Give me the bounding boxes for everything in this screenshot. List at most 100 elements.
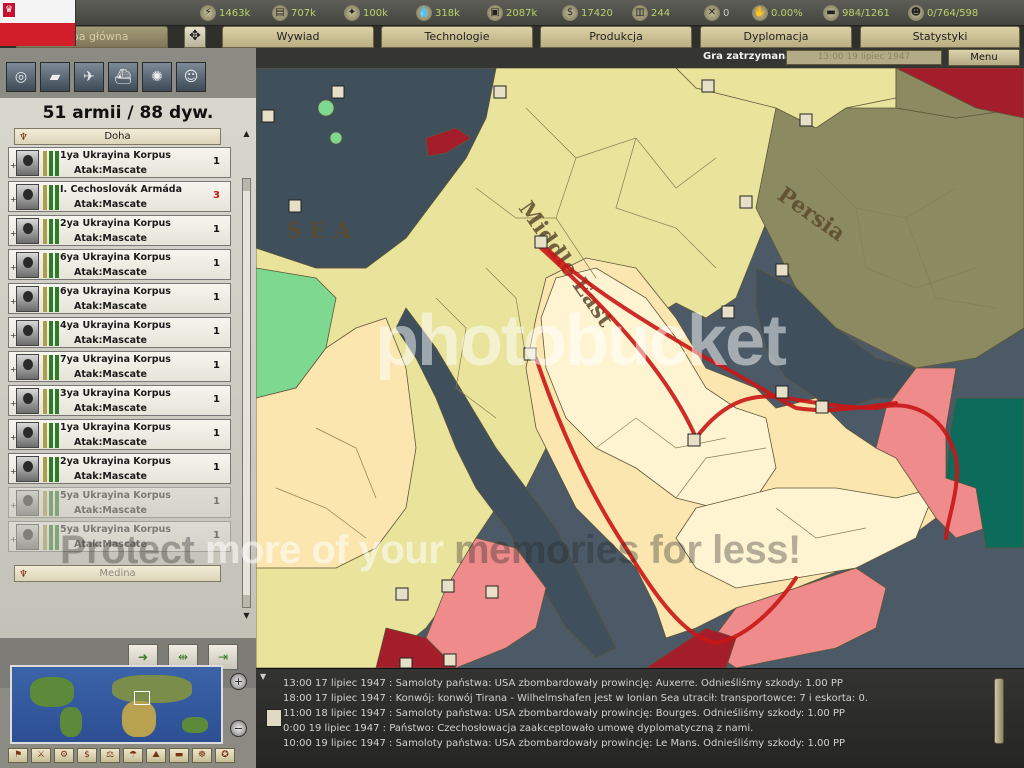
resource-manpower[interactable]: ☻ 0/764/598 xyxy=(908,4,978,22)
unit-row[interactable]: +6ya Ukrayina Korpus Atak:Mascate 1 xyxy=(8,249,231,280)
supply-filter-icon[interactable]: ⚙ xyxy=(54,748,74,763)
log-collapse-icon[interactable]: ▼ xyxy=(260,672,266,681)
units-filter-icon[interactable]: ⚔ xyxy=(31,748,51,763)
unit-row[interactable]: +2ya Ukrayina Korpus Atak:Mascate 1 xyxy=(8,453,231,484)
nation-flag[interactable]: ♛ xyxy=(0,0,76,46)
trade-filter-icon[interactable]: ⚖ xyxy=(100,748,120,763)
air-units-icon[interactable]: ✈ xyxy=(74,62,104,92)
strength-bar xyxy=(43,253,47,278)
resource-energy[interactable]: ⚡ 1463k xyxy=(200,4,250,22)
division-marker[interactable] xyxy=(815,400,829,414)
leaders-icon[interactable]: ☺ xyxy=(176,62,206,92)
minimap-land xyxy=(122,701,156,737)
watermark-word: more of your xyxy=(204,528,444,572)
tab-intelligence[interactable]: Wywiad xyxy=(222,26,374,48)
division-marker[interactable] xyxy=(261,109,275,123)
missile-units-icon[interactable]: ✺ xyxy=(142,62,172,92)
division-marker[interactable] xyxy=(701,79,715,93)
resource-convoys[interactable]: ▬ 984/1261 xyxy=(823,4,890,22)
weather-filter-icon[interactable]: ☂ xyxy=(123,748,143,763)
division-marker[interactable] xyxy=(399,657,413,668)
unit-row[interactable]: +1ya Ukrayina Korpus Atak:Mascate 1 xyxy=(8,147,231,178)
island-crete[interactable] xyxy=(317,99,335,117)
game-date[interactable]: 13:00 19 lipiec 1947 xyxy=(786,50,942,65)
resource-supplies[interactable]: ▣ 2087k xyxy=(487,4,537,22)
tab-diplomacy[interactable]: Dyplomacja xyxy=(700,26,852,48)
supplies-icon: ▣ xyxy=(487,5,503,21)
land-units-icon[interactable]: ▰ xyxy=(40,62,70,92)
unit-row[interactable]: +3ya Ukrayina Korpus Atak:Mascate 1 xyxy=(8,385,231,416)
minimap-land xyxy=(60,707,82,737)
division-marker[interactable] xyxy=(739,195,753,209)
division-marker[interactable] xyxy=(331,85,345,99)
all-units-icon[interactable]: ◎ xyxy=(6,62,36,92)
unit-row[interactable]: +2ya Ukrayina Korpus Atak:Mascate 1 xyxy=(8,215,231,246)
supply-bar xyxy=(55,525,59,550)
island-rhodes[interactable] xyxy=(329,131,343,145)
minimap-viewport[interactable] xyxy=(134,691,150,705)
resource-metal[interactable]: ▤ 707k xyxy=(272,4,316,22)
unit-row[interactable]: +5ya Ukrayina Korpus Atak:Mascate 1 xyxy=(8,487,231,518)
division-marker[interactable] xyxy=(799,113,813,127)
terrain-filter-icon[interactable]: ⛰ xyxy=(146,748,166,763)
division-marker[interactable] xyxy=(485,585,499,599)
unit-name: I. Cechoslovák Armáda xyxy=(60,184,183,195)
strength-bar xyxy=(43,389,47,414)
unit-row[interactable]: +6ya Ukrayina Korpus Atak:Mascate 1 xyxy=(8,283,231,314)
organization-bar xyxy=(49,457,53,482)
diplomacy-filter-icon[interactable]: ☸ xyxy=(192,748,212,763)
army-group-header[interactable]: ♆ Doha xyxy=(14,128,221,145)
resource-bar: ⚡ 1463k ▤ 707k ✦ 100k 💧 318k ▣ 2087k $17420 ▥… xyxy=(0,0,1024,26)
rare-materials-icon: ✦ xyxy=(344,5,360,21)
resource-transports[interactable]: ✕ 0 xyxy=(704,4,729,22)
leader-portrait xyxy=(16,286,39,312)
division-marker[interactable] xyxy=(443,653,457,667)
money-filter-icon[interactable]: $ xyxy=(77,748,97,763)
division-count: 1 xyxy=(213,258,220,269)
zoom-out-icon[interactable]: − xyxy=(230,720,247,737)
watermark-word: for less! xyxy=(649,528,802,572)
resource-industrial-capacity[interactable]: ▥ 244 xyxy=(632,4,670,22)
flag-filter-icon[interactable]: ⚑ xyxy=(8,748,28,763)
leader-portrait xyxy=(16,218,39,244)
organization-bar xyxy=(49,287,53,312)
division-marker[interactable] xyxy=(493,85,507,99)
division-marker[interactable] xyxy=(288,199,302,213)
resource-value: 17420 xyxy=(581,7,613,19)
division-marker[interactable] xyxy=(775,385,789,399)
scroll-down-icon[interactable]: ▼ xyxy=(240,610,253,621)
division-marker[interactable] xyxy=(441,579,455,593)
convoy-filter-icon[interactable]: ▬ xyxy=(169,748,189,763)
left-panel: ◎ ▰ ✈ ⛴ ✺ ☺ 51 armii / 88 dyw. ♆ Doha +1y… xyxy=(0,48,256,768)
resource-money[interactable]: $17420 xyxy=(562,4,613,22)
division-marker[interactable] xyxy=(687,433,701,447)
unit-row[interactable]: +1ya Ukrayina Korpus Atak:Mascate 1 xyxy=(8,419,231,450)
resource-oil[interactable]: 💧 318k xyxy=(416,4,460,22)
naval-units-icon[interactable]: ⛴ xyxy=(108,62,138,92)
resource-value: 318k xyxy=(435,7,460,19)
division-marker[interactable] xyxy=(775,263,789,277)
division-marker[interactable] xyxy=(395,587,409,601)
organization-bar xyxy=(49,185,53,210)
watermark-text: Protect more of your memories for less! xyxy=(60,528,801,573)
resource-dissent[interactable]: ✋ 0.00% xyxy=(752,4,803,22)
division-count: 1 xyxy=(213,462,220,473)
unit-row[interactable]: +7ya Ukrayina Korpus Atak:Mascate 1 xyxy=(8,351,231,382)
unit-row[interactable]: +4ya Ukrayina Korpus Atak:Mascate 1 xyxy=(8,317,231,348)
scroll-up-icon[interactable]: ▲ xyxy=(240,128,253,139)
tab-technology[interactable]: Technologie xyxy=(381,26,533,48)
tab-statistics[interactable]: Statystyki xyxy=(860,26,1020,48)
watermark-word: Protect xyxy=(60,528,195,572)
resource-rare-materials[interactable]: ✦ 100k xyxy=(344,4,388,22)
tab-production[interactable]: Produkcja xyxy=(540,26,692,48)
log-scrollbar[interactable] xyxy=(994,678,1004,744)
watermark-word: memories xyxy=(454,528,640,572)
unit-row[interactable]: + I. Cechoslovák Armáda Atak:Mascate 3 xyxy=(8,181,231,212)
minimap[interactable] xyxy=(10,665,223,744)
menu-button[interactable]: Menu xyxy=(948,49,1020,66)
division-marker[interactable] xyxy=(534,235,548,249)
map-mode-icon[interactable]: ✥ xyxy=(184,26,206,48)
zoom-in-icon[interactable]: + xyxy=(230,673,247,690)
leaders-filter-icon[interactable]: ✪ xyxy=(215,748,235,763)
leader-portrait xyxy=(16,388,39,414)
